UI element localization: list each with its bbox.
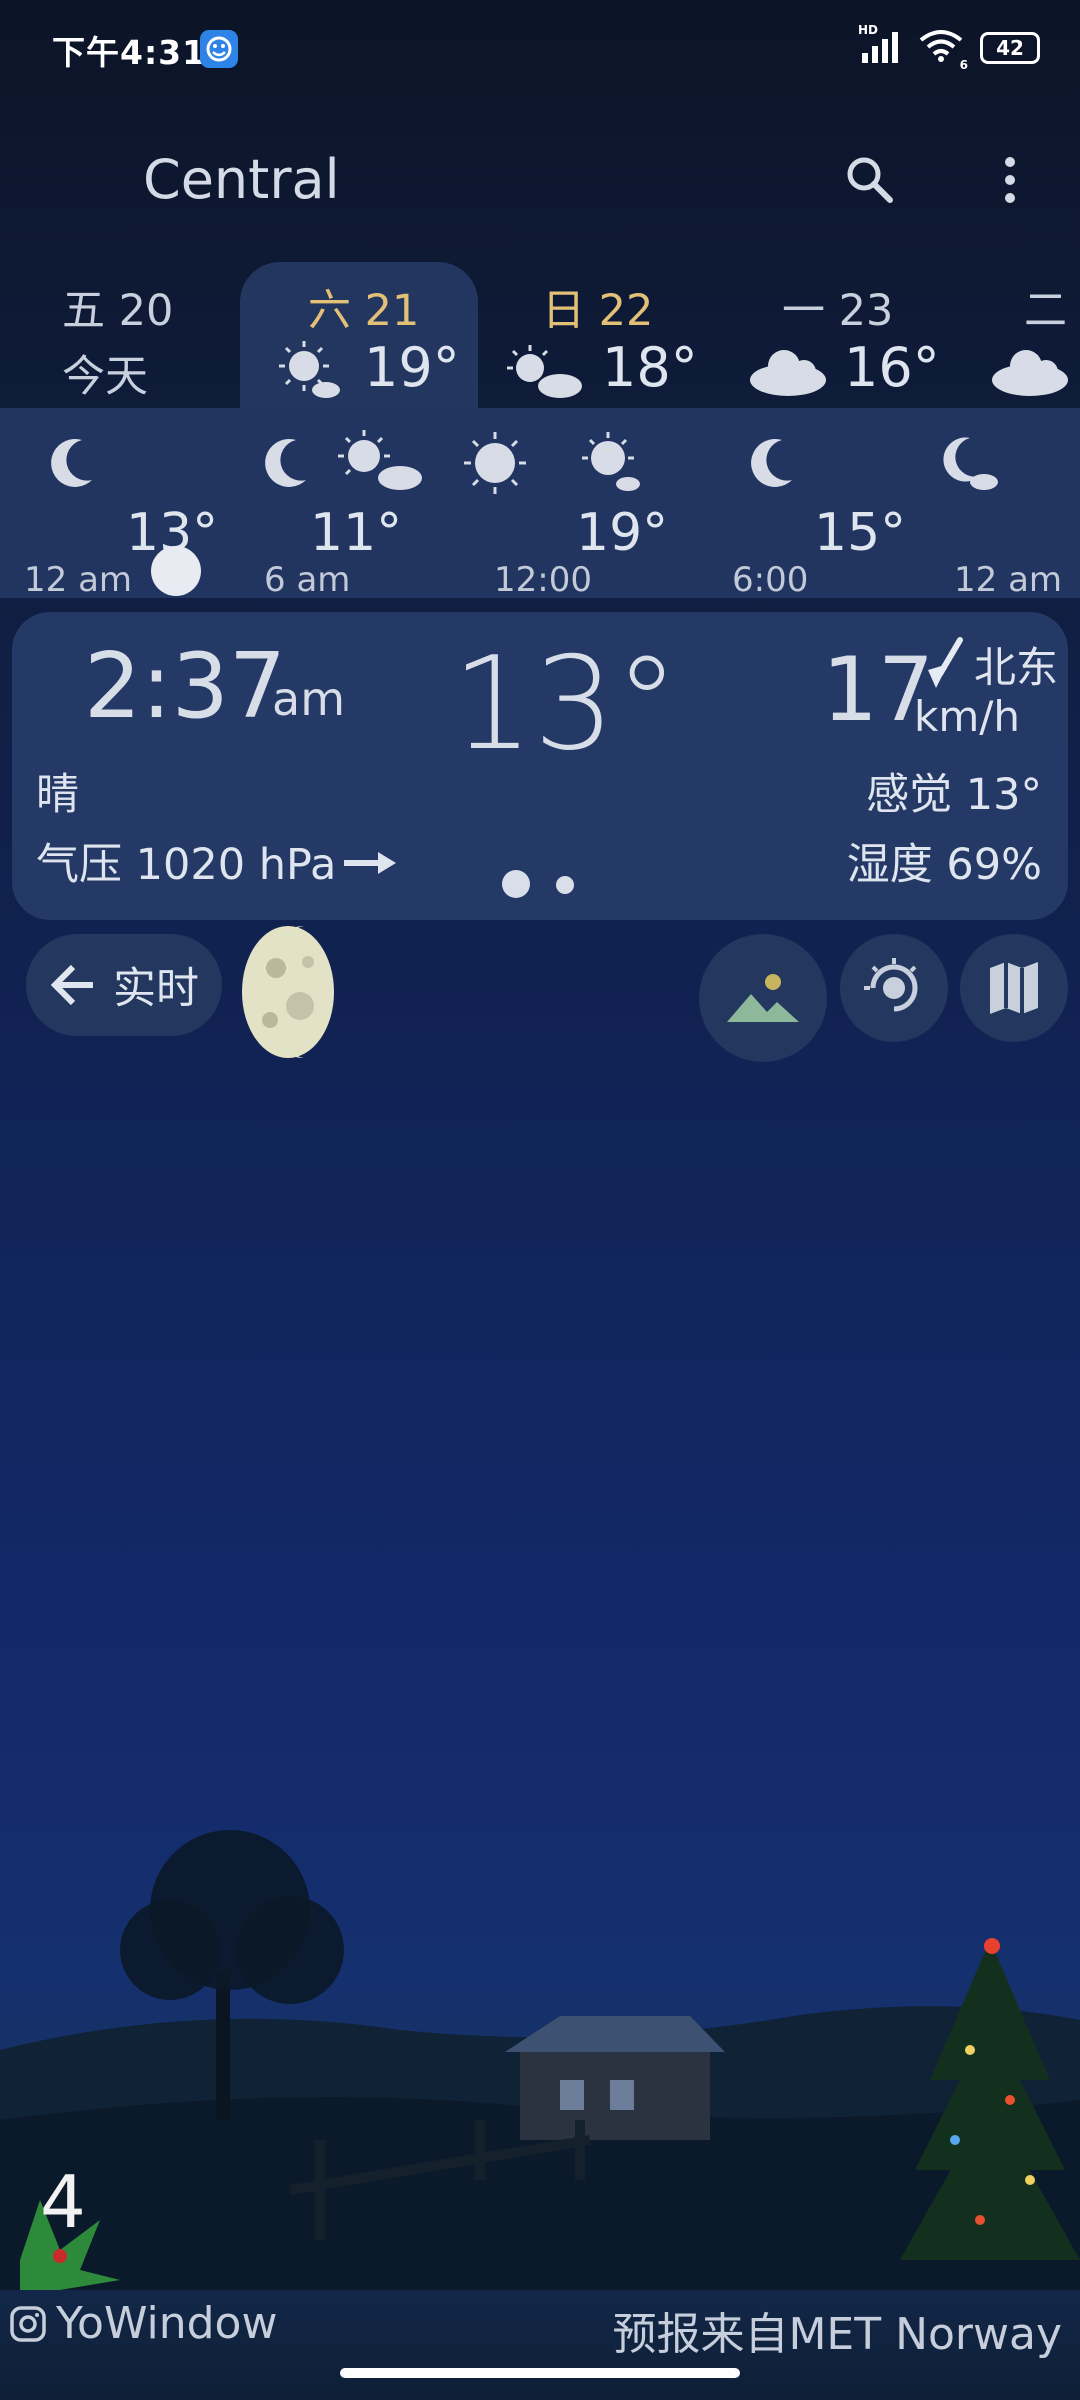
city-name[interactable]: Central (143, 148, 340, 211)
sun-cloud-icon (504, 342, 588, 406)
hour-temp: 11° (310, 503, 403, 563)
wind-direction: 北东 (974, 643, 1059, 692)
realtime-label: 实时 (113, 964, 199, 1014)
sun-tracker-button[interactable] (840, 934, 948, 1042)
pressure-trend-arrow-icon (344, 852, 396, 874)
pressure: 气压 1020 hPa (36, 840, 337, 890)
day-tab-selected[interactable]: 六 21 19° (240, 262, 478, 410)
daily-forecast-tabs: 五 20 今天 六 21 19° 日 22 18° 一 23 16° 二 (0, 262, 1080, 412)
moon-icon (751, 438, 792, 487)
day-label: 六 21 (308, 286, 420, 336)
current-temperature: 13° (452, 630, 679, 779)
day-label: 日 22 (542, 286, 654, 336)
signal-hd-label: HD (858, 23, 879, 37)
time-scrubber-handle[interactable] (151, 546, 201, 596)
wifi-icon: 6 (918, 28, 968, 72)
hour-time: 6:00 (732, 560, 809, 600)
sun-cloud-icon (338, 430, 422, 490)
instagram-icon (10, 2305, 46, 2342)
page-dot-active[interactable] (502, 870, 530, 898)
day-label: 二 (1024, 286, 1067, 336)
farmhouse (505, 2016, 725, 2140)
cloud-icon (990, 344, 1072, 402)
wifi-label: 6 (959, 58, 968, 72)
hourly-forecast[interactable]: 13° 11° 19° 15° 12 am 6 am 12:00 6:00 12… (0, 408, 1080, 600)
page-dot[interactable] (556, 876, 574, 894)
condition-text: 晴 (36, 770, 79, 820)
battery-icon: 42 (980, 32, 1040, 64)
day-tab-22[interactable]: 日 22 18° (490, 262, 710, 410)
humidity: 湿度 69% (846, 840, 1042, 890)
more-vertical-icon (1005, 157, 1015, 203)
day-sublabel: 今天 (62, 352, 148, 402)
search-icon (847, 157, 893, 203)
status-time: 下午4:31 (52, 33, 207, 72)
hour-temp: 15° (814, 503, 907, 563)
day-tab-23[interactable]: 一 23 16° (740, 262, 940, 410)
moon-icon (265, 438, 306, 487)
hour-time: 12:00 (494, 560, 592, 600)
moon-icon (51, 438, 92, 487)
home-indicator[interactable] (340, 2368, 740, 2378)
day-label: 五 20 (62, 286, 174, 336)
arrow-left-icon (50, 964, 93, 1006)
status-icons: HD 6 42 (858, 23, 1040, 72)
wind-unit: km/h (914, 692, 1021, 741)
map-icon (990, 962, 1038, 1014)
cloud-icon (748, 344, 830, 402)
realtime-button[interactable]: 实时 (26, 934, 222, 1036)
wind-direction-arrow-icon (928, 637, 963, 688)
night-landscape-scene (0, 1830, 1080, 2290)
feels-like: 感觉 13° (866, 770, 1042, 820)
current-ampm: am (272, 672, 345, 726)
day-temp: 16° (844, 336, 940, 399)
sun-sync-icon (864, 958, 918, 1012)
signal-icon: HD (858, 23, 902, 67)
day-temp: 18° (602, 336, 698, 399)
status-bar: 下午4:31 HD 6 42 (0, 0, 1080, 100)
sun-icon (464, 432, 526, 494)
day-temp: 19° (364, 336, 460, 399)
notification-app-icon (200, 30, 238, 68)
hour-time: 6 am (264, 560, 351, 600)
moon-phase-image[interactable] (236, 922, 346, 1066)
moon-cloud-icon (943, 437, 998, 490)
day-tab-24[interactable]: 二 (980, 262, 1080, 410)
sun-cloud-icon (276, 338, 346, 406)
forecast-source-link[interactable]: 预报来自MET Norway (612, 2298, 1062, 2362)
hour-time: 12 am (954, 560, 1063, 600)
current-time: 2:37 (84, 634, 287, 739)
day-tab-today[interactable]: 五 20 今天 (0, 262, 230, 410)
hour-time: 12 am (24, 560, 133, 600)
landscape-icon (727, 974, 799, 1022)
battery-level: 42 (996, 36, 1024, 60)
more-menu-button[interactable] (990, 150, 1030, 210)
day-label: 一 23 (782, 286, 894, 336)
current-conditions-card[interactable]: 2:37 am 13° 17 北东 km/h 晴 感觉 13° 气压 1020 … (12, 612, 1068, 920)
hour-temp: 19° (576, 503, 669, 563)
search-button[interactable] (840, 150, 900, 210)
map-button[interactable] (960, 934, 1068, 1042)
yowindow-link[interactable]: YoWindow (8, 2298, 277, 2349)
landscape-button[interactable] (699, 934, 827, 1062)
sun-cloud-icon (582, 432, 640, 491)
brand-label: YoWindow (56, 2298, 278, 2349)
holiday-badge-number: 4 (40, 2160, 86, 2244)
